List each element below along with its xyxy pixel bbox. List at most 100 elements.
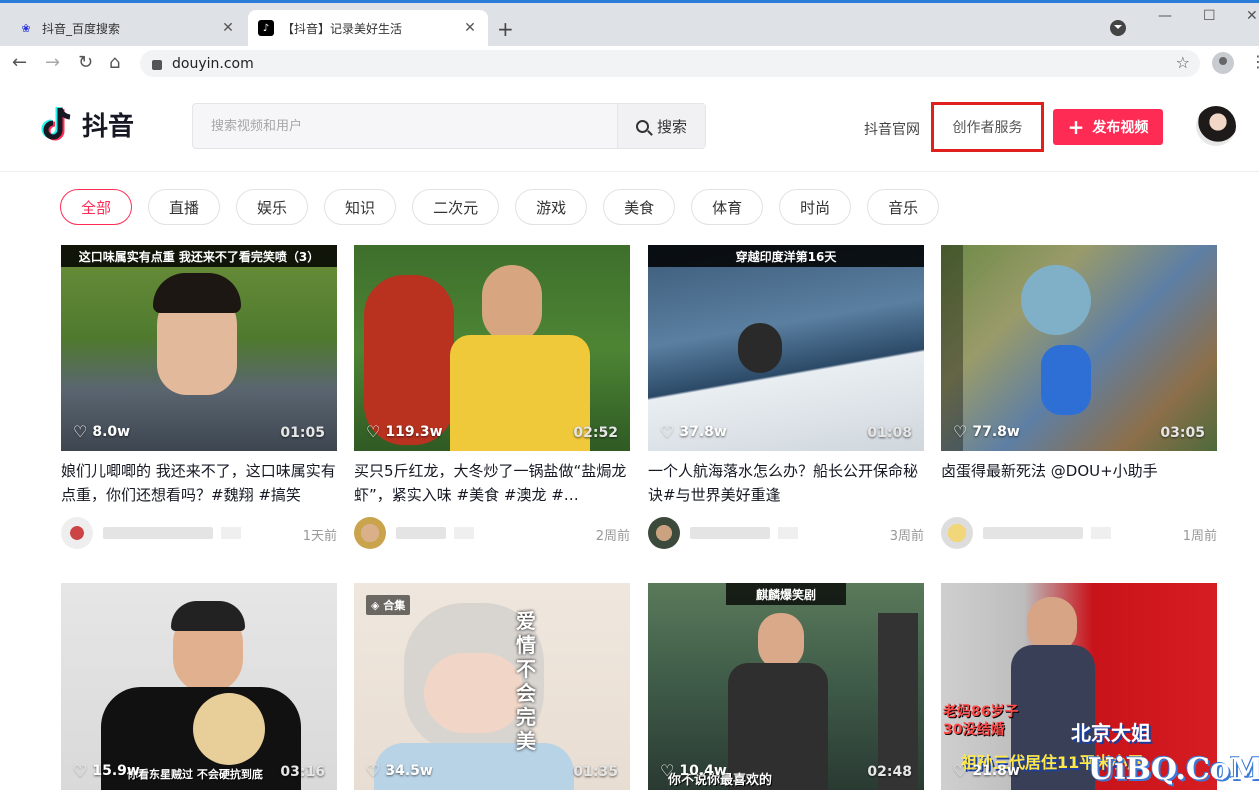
like-count: ♡ 10.4w <box>660 761 727 780</box>
tab-douyin[interactable]: ♪ 【抖音】记录美好生活 ✕ <box>248 10 488 46</box>
like-count: ♡ 34.5w <box>366 761 433 780</box>
category-all[interactable]: 全部 <box>60 189 133 225</box>
video-caption: 麒麟爆笑剧 <box>726 583 846 605</box>
video-meta: 1周前 <box>941 517 1217 549</box>
douyin-icon: ♪ <box>258 20 274 36</box>
search-button-label: 搜索 <box>656 117 687 136</box>
video-overlay-text: 爱情不会完美 <box>516 609 536 753</box>
category-games[interactable]: 游戏 <box>515 189 588 225</box>
like-count: ♡ 119.3w <box>366 422 443 441</box>
tab-baidu[interactable]: ❀ 抖音_百度搜索 ✕ <box>8 10 246 46</box>
minimize-icon[interactable]: — <box>1158 8 1172 24</box>
lock-icon <box>152 59 162 70</box>
video-title[interactable]: 娘们儿唧唧的 我还来不了，这口味属实有点重，你们还想看吗？#魏翔 #搞笑 <box>61 459 337 507</box>
post-time: 1周前 <box>1182 529 1217 544</box>
author-avatar[interactable] <box>354 517 386 549</box>
reload-icon[interactable]: ↻ <box>78 52 93 73</box>
plus-icon: + <box>1067 115 1085 139</box>
video-subtitle: 你看东星贼过 不会硬抗到底 <box>127 768 263 781</box>
close-icon[interactable]: ✕ <box>220 20 236 36</box>
category-fashion[interactable]: 时尚 <box>779 189 852 225</box>
video-thumbnail[interactable]: 麒麟爆笑剧 你不说你最喜欢的 ♡ 10.4w 02:48 <box>648 583 924 790</box>
heart-icon: ♡ <box>953 422 968 441</box>
forward-icon[interactable]: → <box>45 52 60 73</box>
search-button[interactable]: 搜索 <box>617 104 705 148</box>
heart-icon: ♡ <box>73 761 88 780</box>
creator-service-link[interactable]: 创作者服务 <box>931 102 1044 152</box>
search-input[interactable] <box>193 104 617 148</box>
video-caption: 这口味属实有点重 我还来不了看完笑喷（3） <box>61 245 337 267</box>
logo-text: 抖音 <box>82 111 135 142</box>
author-name-blurred[interactable] <box>983 527 1111 539</box>
browser-profile-icon[interactable] <box>1212 52 1234 74</box>
tab-search-icon[interactable] <box>1110 20 1126 36</box>
like-count: ♡ 77.8w <box>953 422 1020 441</box>
video-thumbnail[interactable]: ◈ 合集 爱情不会完美 ♡ 34.5w 01:35 <box>354 583 630 790</box>
douyin-logo[interactable]: 抖音 <box>40 104 134 144</box>
browser-menu-icon[interactable]: ⋮ <box>1250 52 1259 71</box>
post-time: 2周前 <box>595 529 630 544</box>
publish-video-button[interactable]: + 发布视频 <box>1053 109 1163 145</box>
video-thumbnail[interactable]: 你看东星贼过 不会硬抗到底 ♡ 15.9w 03:16 <box>61 583 337 790</box>
post-time: 3周前 <box>889 529 924 544</box>
back-icon[interactable]: ← <box>12 52 27 73</box>
author-name-blurred[interactable] <box>690 527 798 539</box>
video-duration: 03:05 <box>1160 425 1205 441</box>
video-thumbnail[interactable]: ♡ 77.8w 03:05 <box>941 245 1217 451</box>
publish-label: 发布视频 <box>1092 120 1149 136</box>
video-title[interactable]: 一个人航海落水怎么办？船长公开保命秘诀#与世界美好重逢 <box>648 459 924 507</box>
category-live[interactable]: 直播 <box>148 189 221 225</box>
video-thumbnail[interactable]: 这口味属实有点重 我还来不了看完笑喷（3） ♡ 8.0w 01:05 <box>61 245 337 451</box>
heart-icon: ♡ <box>366 422 381 441</box>
video-duration: 01:35 <box>573 764 618 780</box>
category-food[interactable]: 美食 <box>603 189 676 225</box>
category-bar: 全部 直播 娱乐 知识 二次元 游戏 美食 体育 时尚 音乐 <box>60 189 955 225</box>
video-thumbnail[interactable]: ♡ 119.3w 02:52 <box>354 245 630 451</box>
video-title[interactable]: 买只5斤红龙，大冬炒了一锅盐做“盐焗龙虾”，紧实入味 #美食 #澳龙 #… <box>354 459 630 507</box>
search-icon <box>635 119 649 133</box>
author-avatar[interactable] <box>648 517 680 549</box>
video-meta: 1天前 <box>61 517 337 549</box>
category-sports[interactable]: 体育 <box>691 189 764 225</box>
category-music[interactable]: 音乐 <box>867 189 940 225</box>
author-name-blurred[interactable] <box>103 527 241 539</box>
window-close-icon[interactable]: ✕ <box>1246 8 1258 24</box>
douyin-note-icon <box>40 104 76 144</box>
author-name-blurred[interactable] <box>396 527 474 539</box>
chrome-accent-line <box>0 0 1259 3</box>
official-site-link[interactable]: 抖音官网 <box>864 119 920 139</box>
video-duration: 02:48 <box>867 764 912 780</box>
category-knowledge[interactable]: 知识 <box>324 189 397 225</box>
creator-service-label: 创作者服务 <box>952 120 1023 136</box>
maximize-icon[interactable]: ☐ <box>1203 8 1216 24</box>
video-thumbnail[interactable]: 穿越印度洋第16天 ♡ 37.8w 01:08 <box>648 245 924 451</box>
url-bar[interactable]: douyin.com ☆ <box>140 50 1200 77</box>
author-avatar[interactable] <box>61 517 93 549</box>
like-count: ♡ 21.8w <box>953 761 1020 780</box>
like-count: ♡ 8.0w <box>73 422 131 441</box>
collection-badge: ◈ 合集 <box>366 595 411 615</box>
new-tab-button[interactable]: + <box>497 17 514 41</box>
heart-icon: ♡ <box>660 761 675 780</box>
video-duration: 03:16 <box>280 764 325 780</box>
site-header: 抖音 搜索 抖音官网 创作者服务 + 发布视频 <box>0 82 1259 172</box>
baidu-paw-icon: ❀ <box>21 21 31 35</box>
video-overlay-text: 老妈86岁子30没结婚 <box>943 704 1019 738</box>
category-entertainment[interactable]: 娱乐 <box>236 189 309 225</box>
author-avatar[interactable] <box>941 517 973 549</box>
user-avatar[interactable] <box>1196 106 1236 146</box>
video-caption: 穿越印度洋第16天 <box>648 245 924 267</box>
category-acg[interactable]: 二次元 <box>412 189 500 225</box>
video-duration: 02:52 <box>573 425 618 441</box>
tab-title: 抖音_百度搜索 <box>42 21 121 36</box>
video-title[interactable]: 卤蛋得最新死法 @DOU+小助手 <box>941 459 1217 507</box>
like-count: ♡ 15.9w <box>73 761 140 780</box>
tab-title: 【抖音】记录美好生活 <box>282 21 403 36</box>
video-meta: 2周前 <box>354 517 630 549</box>
heart-icon: ♡ <box>660 422 675 441</box>
search-bar: 搜索 <box>192 103 706 149</box>
close-icon[interactable]: ✕ <box>462 20 478 36</box>
home-icon[interactable]: ⌂ <box>109 52 120 73</box>
bookmark-star-icon[interactable]: ☆ <box>1176 53 1190 72</box>
heart-icon: ♡ <box>953 761 968 780</box>
